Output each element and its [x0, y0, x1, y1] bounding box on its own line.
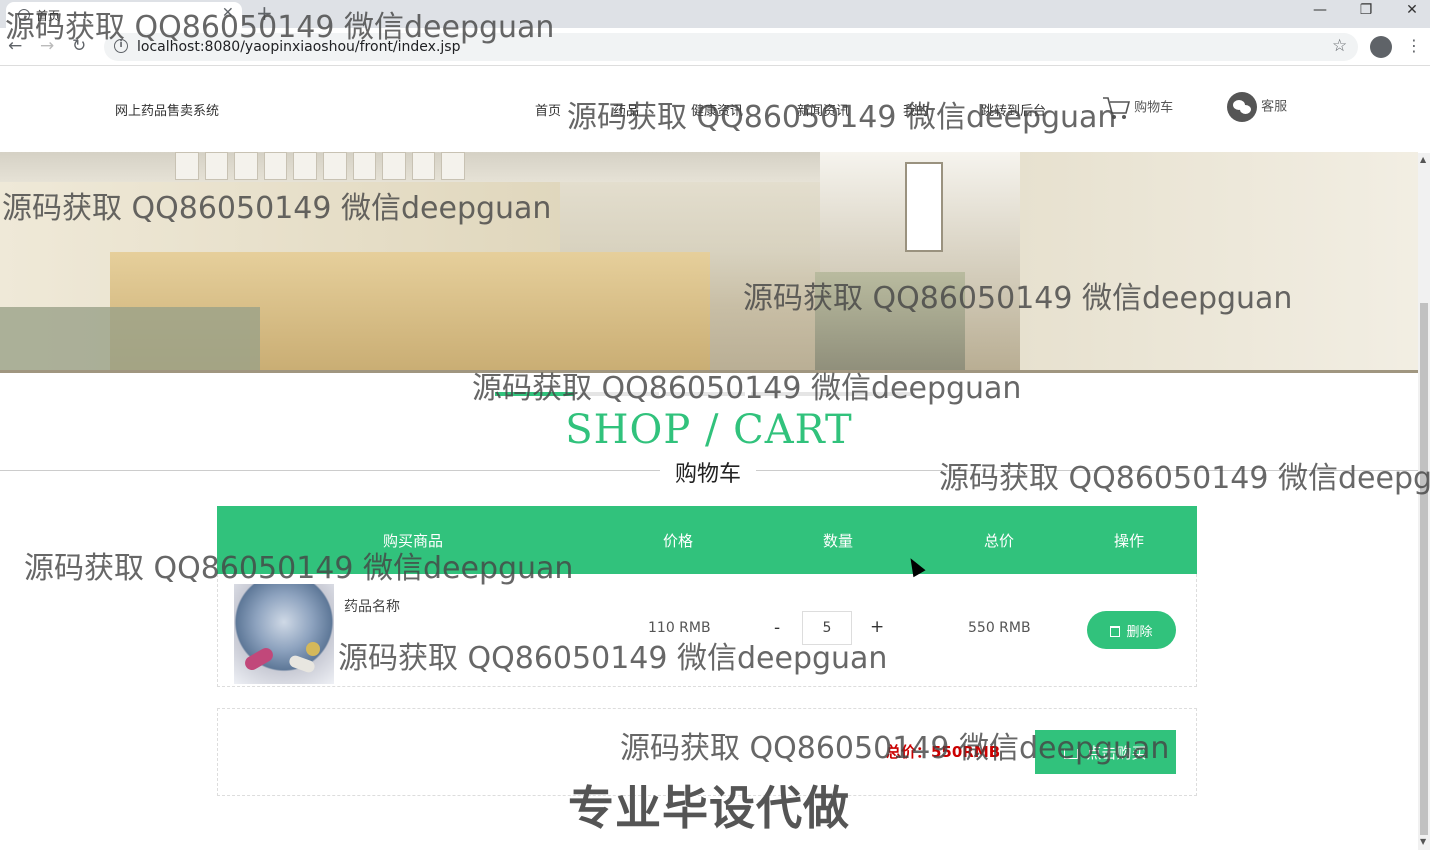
buy-label: 点击购买	[1086, 743, 1147, 762]
menu-item-news[interactable]: 新闻资讯	[797, 100, 849, 119]
reload-icon[interactable]: ↻	[72, 36, 86, 56]
customer-service-link[interactable]: 客服	[1227, 92, 1287, 122]
restore-button[interactable]: ❐	[1351, 2, 1381, 18]
slider-dot[interactable]	[665, 392, 745, 396]
product-name[interactable]: 药品名称	[344, 596, 400, 616]
menu-item-health-info[interactable]: 健康资讯	[691, 100, 743, 119]
table-row: 药品名称 110 RMB - + 550 RMB 删除	[217, 574, 1197, 687]
slider-dot[interactable]	[580, 392, 660, 396]
delete-button[interactable]: 删除	[1087, 611, 1176, 649]
browser-toolbar: ← → ↻ i localhost:8080/yaopinxiaoshou/fr…	[0, 28, 1430, 66]
menu-item-admin[interactable]: 跳转到后台	[981, 100, 1046, 119]
quantity-input[interactable]	[802, 611, 852, 645]
new-tab-button[interactable]: +	[256, 1, 273, 25]
profile-avatar-icon[interactable]	[1370, 36, 1392, 58]
quantity-increase-button[interactable]: +	[870, 617, 884, 637]
scroll-up-arrow-icon[interactable]: ▲	[1420, 155, 1426, 164]
slider-indicators	[495, 392, 916, 396]
bookmark-star-icon[interactable]: ☆	[1332, 36, 1347, 56]
menu-item-mine[interactable]: 我的	[903, 100, 929, 119]
menu-item-drugs[interactable]: 药品	[613, 100, 639, 119]
column-header-product: 购买商品	[383, 532, 444, 550]
site-header: 网上药品售卖系统 首页 药品 健康资讯 新闻资讯 我的 跳转到后台 购物车 客服	[0, 67, 1418, 152]
forward-arrow-icon[interactable]: →	[40, 36, 54, 56]
menu-item-home[interactable]: 首页	[535, 100, 561, 119]
back-arrow-icon[interactable]: ←	[8, 36, 22, 56]
tab-close-icon[interactable]: ✕	[222, 5, 234, 21]
browser-tab[interactable]: 首页 ✕	[6, 2, 242, 28]
grand-total: 总价：550RMB	[886, 743, 1001, 761]
section-title-en: SHOP / CART	[565, 407, 853, 453]
more-menu-icon[interactable]: ⋮	[1406, 36, 1422, 55]
cart-label: 购物车	[1134, 100, 1174, 116]
column-header-price: 价格	[663, 532, 694, 550]
delete-label: 删除	[1126, 624, 1153, 640]
url-text[interactable]: localhost:8080/yaopinxiaoshou/front/inde…	[137, 39, 460, 55]
cart-table-header: 购买商品 价格 数量 总价 操作	[217, 506, 1197, 574]
service-label: 客服	[1261, 99, 1288, 115]
wechat-icon	[1227, 92, 1257, 122]
slider-dot[interactable]	[495, 392, 575, 396]
line-total: 550 RMB	[968, 620, 1031, 636]
globe-icon	[18, 9, 30, 21]
cart-icon	[1064, 748, 1079, 759]
address-bar[interactable]: i localhost:8080/yaopinxiaoshou/front/in…	[104, 33, 1358, 61]
site-title[interactable]: 网上药品售卖系统	[115, 100, 219, 119]
cart-table: 购买商品 价格 数量 总价 操作 药品名称 110 RMB - + 550 RM…	[217, 506, 1197, 687]
tab-title: 首页	[36, 9, 61, 23]
slider-dot[interactable]	[835, 392, 916, 396]
column-header-action: 操作	[1114, 532, 1145, 550]
section-title-cn: 购物车	[660, 456, 756, 488]
watermark-large: 专业毕设代做	[568, 781, 850, 835]
buy-button[interactable]: 点击购买	[1035, 730, 1176, 774]
quantity-decrease-button[interactable]: -	[774, 618, 780, 638]
cart-link[interactable]: 购物车	[1102, 95, 1173, 121]
unit-price: 110 RMB	[648, 620, 711, 636]
scroll-down-arrow-icon[interactable]: ▼	[1420, 837, 1426, 846]
column-header-total: 总价	[984, 532, 1015, 550]
info-icon[interactable]: i	[114, 39, 128, 53]
page-content: 网上药品售卖系统 首页 药品 健康资讯 新闻资讯 我的 跳转到后台 购物车 客服	[0, 67, 1418, 850]
page-scrollbar[interactable]: ▲ ▼	[1418, 153, 1430, 850]
shopping-cart-icon	[1103, 97, 1130, 119]
trash-icon	[1110, 625, 1121, 637]
scrollbar-thumb[interactable]	[1420, 303, 1428, 835]
minimize-button[interactable]: —	[1305, 2, 1335, 18]
browser-tab-strip: 首页 ✕ + — ❐ ✕	[0, 0, 1430, 28]
slider-dot[interactable]	[750, 392, 830, 396]
product-image[interactable]	[234, 584, 334, 684]
hero-banner-image	[0, 152, 1418, 373]
close-window-button[interactable]: ✕	[1397, 2, 1427, 18]
column-header-quantity: 数量	[823, 532, 854, 550]
